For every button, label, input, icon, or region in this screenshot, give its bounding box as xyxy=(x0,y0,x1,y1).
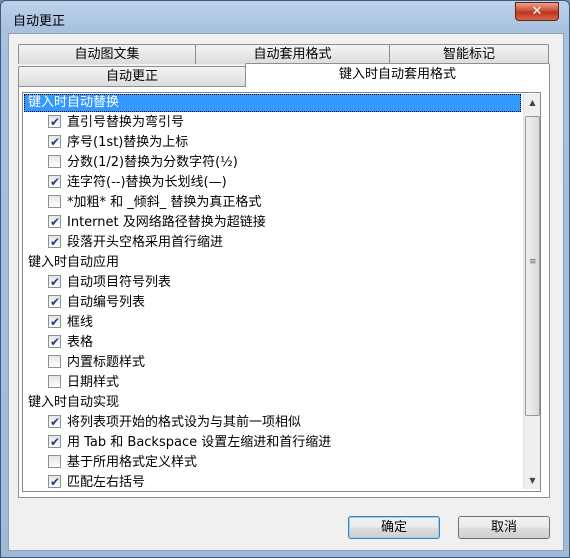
checkbox[interactable] xyxy=(48,455,61,468)
option-bold-italic[interactable]: *加粗* 和 _倾斜_ 替换为真正格式 xyxy=(48,193,261,213)
close-button[interactable]: ✕ xyxy=(515,2,559,21)
checkbox[interactable] xyxy=(48,195,61,208)
tab-autoformat[interactable]: 自动套用格式 xyxy=(195,44,390,64)
checkbox[interactable] xyxy=(48,312,61,332)
checkbox[interactable] xyxy=(48,472,61,491)
checkbox[interactable] xyxy=(48,375,61,388)
option-first-line-indent[interactable]: 段落开头空格采用首行缩进 xyxy=(48,232,223,253)
checkbox[interactable] xyxy=(48,272,61,292)
option-tab-backspace-indent[interactable]: 用 Tab 和 Backspace 设置左缩进和首行缩进 xyxy=(48,432,331,453)
checkbox[interactable] xyxy=(48,432,61,452)
cancel-button[interactable]: 取消 xyxy=(458,516,550,539)
option-match-parentheses[interactable]: 匹配左右括号 xyxy=(48,472,145,491)
vertical-scrollbar[interactable]: ▲ ≡ ▼ xyxy=(523,94,540,489)
option-define-styles[interactable]: 基于所用格式定义样式 xyxy=(48,453,197,473)
checkbox[interactable] xyxy=(48,172,61,192)
checkbox[interactable] xyxy=(48,355,61,368)
option-bulleted-lists[interactable]: 自动项目符号列表 xyxy=(48,272,171,293)
checkbox[interactable] xyxy=(48,155,61,168)
checkbox[interactable] xyxy=(48,292,61,312)
option-borders[interactable]: 框线 xyxy=(48,312,93,333)
checkbox[interactable] xyxy=(48,132,61,152)
tab-autotext[interactable]: 自动图文集 xyxy=(18,44,196,64)
scroll-up-icon[interactable]: ▲ xyxy=(524,94,540,111)
option-hyphens-dash[interactable]: 连字符(--)替换为长划线(—) xyxy=(48,172,227,193)
checkbox[interactable] xyxy=(48,112,61,132)
group-header-apply: 键入时自动应用 xyxy=(28,255,120,270)
checkbox[interactable] xyxy=(48,232,61,252)
option-hyperlinks[interactable]: Internet 及网络路径替换为超链接 xyxy=(48,212,266,233)
options-listbox[interactable]: 键入时自动替换 直引号替换为弯引号 序号(1st)替换为上标 分数(1/2)替换… xyxy=(22,92,541,492)
scroll-thumb[interactable]: ≡ xyxy=(525,116,540,416)
option-fractions[interactable]: 分数(1/2)替换为分数字符(½) xyxy=(48,153,238,173)
tab-autoformat-as-you-type[interactable]: 键入时自动套用格式 xyxy=(245,63,550,87)
tab-autocorrect[interactable]: 自动更正 xyxy=(18,66,246,86)
checkbox[interactable] xyxy=(48,332,61,352)
grip-icon: ≡ xyxy=(529,257,537,267)
tab-smart-tags[interactable]: 智能标记 xyxy=(389,44,549,64)
checkbox[interactable] xyxy=(48,212,61,232)
option-heading-styles[interactable]: 内置标题样式 xyxy=(48,353,145,373)
window-title: 自动更正 xyxy=(13,14,66,29)
option-numbered-lists[interactable]: 自动编号列表 xyxy=(48,292,145,313)
ok-button[interactable]: 确定 xyxy=(348,516,440,539)
scroll-down-icon[interactable]: ▼ xyxy=(524,472,540,489)
option-ordinals-superscript[interactable]: 序号(1st)替换为上标 xyxy=(48,132,188,153)
option-straight-quotes[interactable]: 直引号替换为弯引号 xyxy=(48,112,184,133)
group-header-automatically: 键入时自动实现 xyxy=(28,395,120,410)
option-format-list-items[interactable]: 将列表项开始的格式设为与其前一项相似 xyxy=(48,412,301,433)
option-tables[interactable]: 表格 xyxy=(48,332,93,353)
close-icon: ✕ xyxy=(531,4,543,19)
selected-group-header[interactable]: 键入时自动替换 xyxy=(24,94,521,112)
title-bar[interactable]: 自动更正 ✕ xyxy=(1,1,569,35)
checkbox[interactable] xyxy=(48,412,61,432)
option-date-styles[interactable]: 日期样式 xyxy=(48,373,119,393)
